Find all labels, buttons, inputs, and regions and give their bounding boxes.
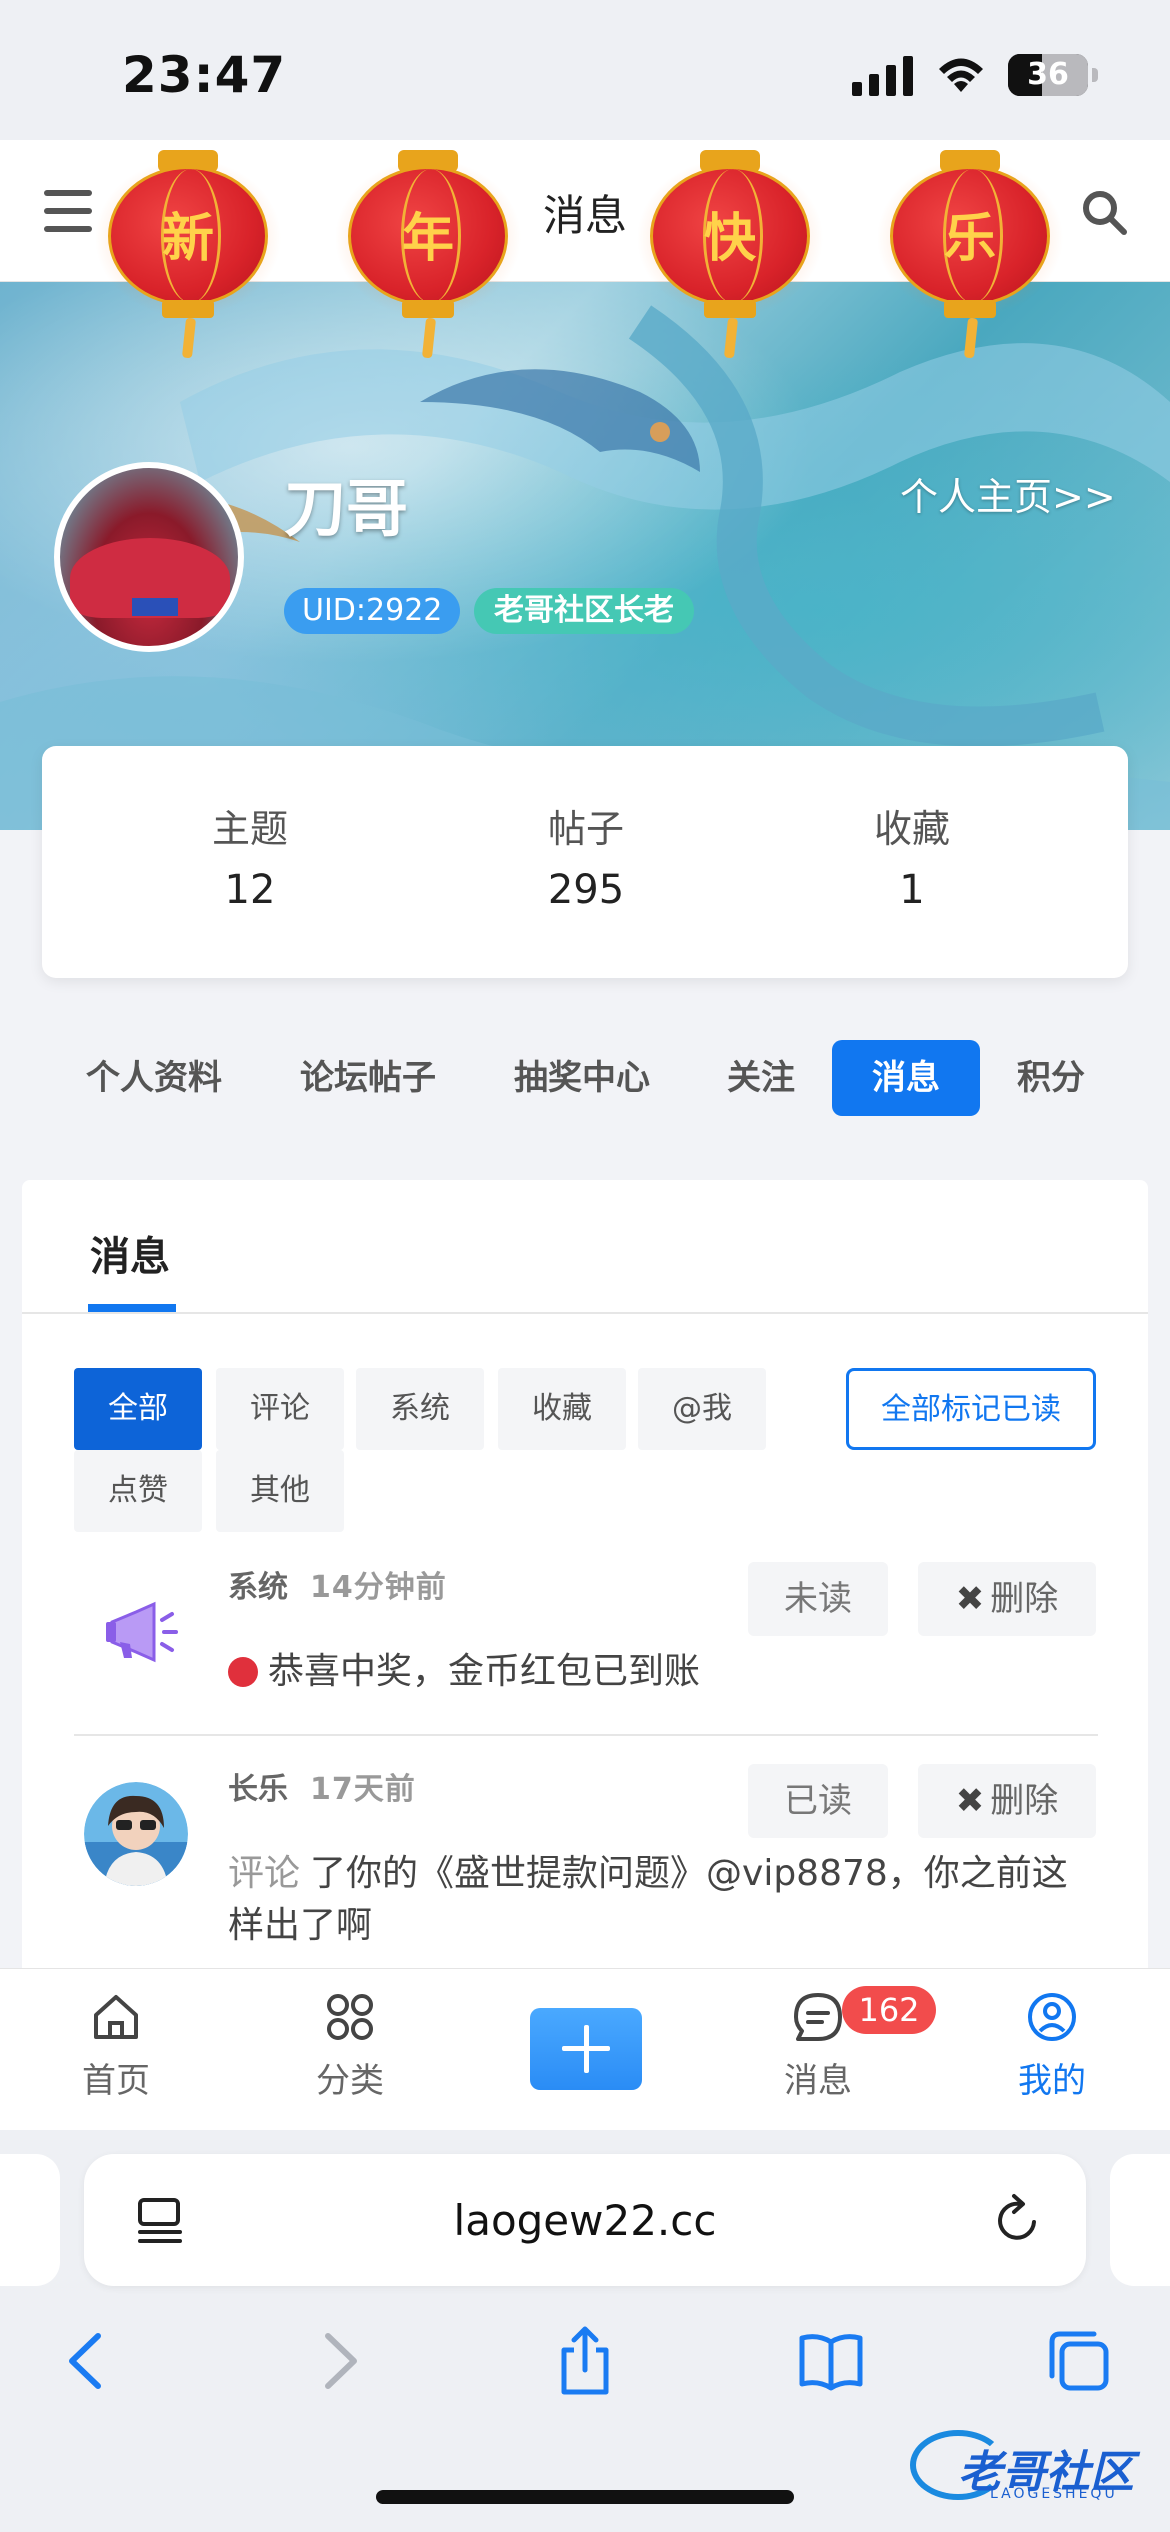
list-item[interactable]: 系统 14分钟前 未读 ✖ 删除 恭喜中奖，金币红包已到账 — [74, 1562, 1098, 1712]
panel-tab-messages[interactable]: 消息 — [90, 1224, 170, 1282]
chat-icon — [794, 1993, 842, 2041]
stat-label: 收藏 — [873, 807, 950, 851]
avatar[interactable] — [54, 462, 244, 652]
search-icon[interactable] — [1080, 188, 1128, 236]
read-status-button[interactable]: 已读 — [748, 1764, 888, 1838]
divider — [22, 1312, 1148, 1314]
user-avatar — [84, 1782, 188, 1886]
stat-label: 帖子 — [547, 807, 624, 851]
filter-likes[interactable]: 点赞 — [74, 1450, 202, 1532]
tab-profile[interactable]: 个人资料 — [74, 1040, 234, 1116]
message-sender: 长乐 — [228, 1772, 288, 1807]
lantern: 乐 — [876, 150, 1064, 359]
message-text: 评论 了你的《盛世提款问题》@vip8878，你之前这 — [228, 1848, 1068, 1900]
reload-icon[interactable] — [990, 2192, 1046, 2248]
panel-tab-underline — [88, 1304, 176, 1312]
back-icon[interactable] — [52, 2326, 122, 2396]
add-post-button[interactable] — [530, 2008, 642, 2090]
message-time: 17天前 — [310, 1772, 416, 1807]
battery-indicator: 36 — [1008, 54, 1088, 96]
share-icon[interactable] — [550, 2326, 620, 2396]
filter-all[interactable]: 全部 — [74, 1368, 202, 1450]
previous-tab-preview[interactable] — [0, 2154, 60, 2286]
message-time: 14分钟前 — [310, 1570, 447, 1605]
stat-value: 12 — [224, 867, 276, 913]
profile-icon — [1028, 1993, 1076, 2041]
divider — [74, 1734, 1098, 1736]
delete-label: 删除 — [990, 1781, 1059, 1821]
next-tab-preview[interactable] — [1110, 2154, 1170, 2286]
filter-favorites[interactable]: 收藏 — [498, 1368, 626, 1450]
megaphone-icon — [106, 1601, 178, 1663]
forward-icon[interactable] — [304, 2326, 374, 2396]
message-text: 恭喜中奖，金币红包已到账 — [228, 1646, 700, 1698]
tab-label: 分类 — [316, 2061, 384, 2101]
filter-other[interactable]: 其他 — [216, 1450, 344, 1532]
tab-follow[interactable]: 关注 — [716, 1040, 806, 1116]
url-text[interactable]: laogew22.cc — [84, 2196, 1086, 2245]
tab-lottery[interactable]: 抽奖中心 — [502, 1040, 662, 1116]
stats-card: 主题 12 帖子 295 收藏 1 — [42, 746, 1128, 978]
tab-label: 我的 — [1018, 2061, 1086, 2101]
tab-label: 首页 — [82, 2061, 150, 2101]
uid-badge: UID:2922 — [284, 588, 461, 634]
tab-label: 消息 — [784, 2061, 852, 2101]
lantern: 年 — [334, 150, 522, 359]
lantern: 快 — [636, 150, 824, 359]
list-item[interactable]: 长乐 17天前 已读 ✖ 删除 评论 了你的《盛世提款问题》@vip8878，你之前… — [74, 1764, 1098, 1954]
site-watermark: 老哥社区 LAOGESHEQU — [910, 2426, 1160, 2506]
tab-categories[interactable]: 分类 — [270, 1989, 430, 2102]
tab-home[interactable]: 首页 — [36, 1989, 196, 2102]
tab-me[interactable]: 我的 — [972, 1989, 1132, 2102]
message-body: 了你的《盛世提款问题》@vip8878，你之前这 — [310, 1853, 1068, 1894]
unread-dot — [228, 1657, 258, 1687]
battery-tip — [1092, 68, 1098, 82]
stat-favorites[interactable]: 收藏 1 — [762, 798, 1062, 913]
message-count-badge: 162 — [842, 1986, 936, 2034]
message-sender: 系统 — [228, 1570, 288, 1605]
profile-tabs: 个人资料 论坛帖子 抽奖中心 关注 消息 积分 — [0, 1040, 1170, 1116]
bookmarks-icon[interactable] — [796, 2326, 866, 2396]
filter-comments[interactable]: 评论 — [216, 1368, 344, 1450]
unread-status-button[interactable]: 未读 — [748, 1562, 888, 1636]
stat-value: 295 — [547, 867, 625, 913]
close-icon: ✖ — [955, 1579, 985, 1619]
watermark-subtext: LAOGESHEQU — [990, 2486, 1118, 2502]
cellular-signal-icon — [852, 56, 913, 96]
stat-posts[interactable]: 帖子 295 — [436, 798, 736, 913]
status-time: 23:47 — [122, 46, 287, 104]
delete-button[interactable]: ✖ 删除 — [918, 1562, 1096, 1636]
message-kind: 评论 — [228, 1853, 301, 1894]
delete-label: 删除 — [990, 1579, 1059, 1619]
stat-label: 主题 — [211, 807, 288, 851]
message-text-continued: 样出了啊 — [228, 1905, 373, 1946]
stat-topics[interactable]: 主题 12 — [100, 798, 400, 913]
tab-points[interactable]: 积分 — [1006, 1040, 1096, 1116]
delete-button[interactable]: ✖ 删除 — [918, 1764, 1096, 1838]
grid-icon — [327, 1994, 373, 2040]
tab-forum-posts[interactable]: 论坛帖子 — [288, 1040, 448, 1116]
filter-mentions[interactable]: @我 — [638, 1368, 766, 1450]
wifi-icon — [939, 58, 983, 92]
home-indicator[interactable] — [376, 2490, 794, 2504]
mark-all-read-button[interactable]: 全部标记已读 — [846, 1368, 1096, 1450]
tabs-icon[interactable] — [1044, 2326, 1114, 2396]
tab-messages[interactable]: 消息 — [832, 1040, 980, 1116]
home-icon — [94, 1995, 138, 2039]
homepage-link[interactable]: 个人主页>> — [900, 466, 1116, 521]
stat-value: 1 — [899, 867, 925, 913]
battery-level: 36 — [1027, 57, 1069, 92]
username: 刀哥 — [284, 472, 409, 545]
title-badge: 老哥社区长老 — [474, 588, 694, 634]
message-body: 恭喜中奖，金币红包已到账 — [268, 1651, 701, 1692]
lantern: 新 — [94, 150, 282, 359]
filter-system[interactable]: 系统 — [356, 1368, 484, 1450]
close-icon: ✖ — [955, 1781, 985, 1821]
